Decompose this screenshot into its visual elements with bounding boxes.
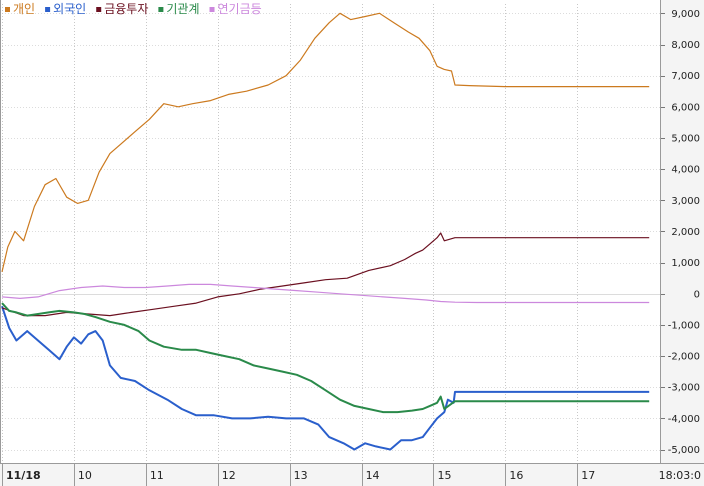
y-tick-label: 2,000 (671, 227, 700, 238)
y-tick-label: 0 (694, 289, 700, 300)
x-tick-label: 10 (78, 469, 92, 482)
y-tick-label: 9,000 (671, 9, 700, 20)
time-label: 18:03:0 (659, 469, 701, 482)
legend-swatch (45, 7, 51, 12)
investor-flow-chart[interactable]: 9,000 8,000 7,000 6,000 5,000 4,000 3,000 2,000… (0, 0, 704, 486)
y-tick-label: -5,000 (668, 445, 700, 456)
chart-canvas[interactable]: 9,000 8,000 7,000 6,000 5,000 4,000 3,000 2,000… (0, 0, 704, 486)
y-tick-label: -1,000 (668, 320, 700, 331)
x-tick-label: 12 (222, 469, 236, 482)
y-tick-label: -2,000 (668, 352, 700, 363)
legend-swatch (209, 7, 215, 12)
legend-swatch (158, 7, 164, 12)
y-tick-label: -3,000 (668, 383, 700, 394)
x-tick-label: 11 (150, 469, 164, 482)
legend-label[interactable]: 외국인 (53, 2, 86, 16)
legend-label[interactable]: 기관계 (166, 2, 199, 16)
y-tick-label: 8,000 (671, 40, 700, 51)
x-tick-label: 11/18 (6, 469, 41, 482)
chart-background (0, 0, 704, 486)
legend-label[interactable]: 개인 (13, 2, 35, 16)
x-tick-label: 15 (437, 469, 451, 482)
y-tick-label: 7,000 (671, 71, 700, 82)
legend-swatch (96, 7, 102, 12)
x-tick-label: 16 (509, 469, 523, 482)
x-axis-strip (0, 463, 704, 486)
legend-label[interactable]: 금융투자 (104, 2, 148, 16)
legend-swatch (5, 7, 10, 12)
x-tick-label: 14 (366, 469, 380, 482)
y-tick-label: 5,000 (671, 133, 700, 144)
x-tick-label: 17 (581, 469, 595, 482)
y-tick-label: 4,000 (671, 165, 700, 176)
y-tick-label: 3,000 (671, 196, 700, 207)
legend-label[interactable]: 연기금등 (218, 2, 262, 16)
x-tick-label: 13 (294, 469, 308, 482)
y-tick-label: 6,000 (671, 102, 700, 113)
y-tick-label: 1,000 (671, 258, 700, 269)
y-tick-label: -4,000 (668, 414, 700, 425)
